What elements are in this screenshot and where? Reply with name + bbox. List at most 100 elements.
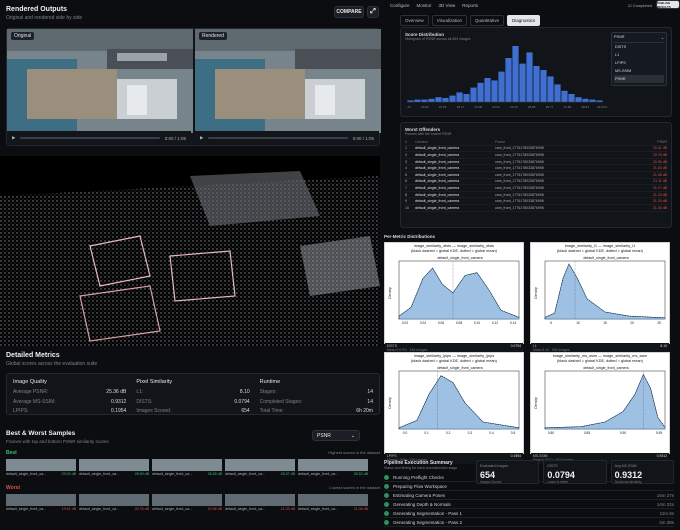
table-row[interactable]: 2 default_single_front_camera cam_front_17… — [405, 152, 667, 159]
dropdown-option[interactable]: PSNR — [614, 75, 664, 83]
row-camera: default_single_front_camera — [415, 146, 460, 151]
sample-thumbnail[interactable]: default_single_front_ca... 21.03 dB — [225, 494, 295, 511]
play-icon[interactable]: ▶ — [200, 135, 203, 141]
dropdown-option[interactable]: DISTS — [614, 43, 664, 51]
metric-label: Stages: — [259, 389, 277, 395]
tick-label: 15 — [603, 321, 607, 325]
metric-plot: image_similarity_ms_ssim — image_similar… — [530, 352, 670, 464]
rendered-frame — [195, 29, 381, 133]
row-frame: cam_front_1776178033876998 — [495, 199, 544, 204]
rendered-video[interactable]: Rendered — [195, 29, 381, 133]
pipeline-stats: Evaluated Images 654 Images Scored DISTS 0.0… — [476, 460, 674, 484]
dropdown-option[interactable]: LPIPS — [614, 59, 664, 67]
histogram-bar — [435, 97, 442, 102]
sample-thumbnail[interactable]: default_single_front_ca... 28.52 dB — [298, 459, 368, 476]
pipeline-step[interactable]: Generating Segmentation - Pass 2 2m 38s — [384, 518, 674, 527]
table-row[interactable]: 3 default_single_front_camera cam_front_17… — [405, 159, 667, 166]
metric-dropdown[interactable]: PSNR ⌄ DISTS L1 LPIPS MS-SSIM PSNR — [611, 32, 667, 86]
sample-score: 28.58 dB — [207, 472, 222, 476]
table-row[interactable]: 1 default_single_front_camera cam_front_17… — [405, 146, 667, 153]
tick-label: 0.95 — [656, 431, 662, 435]
row-index: 3 — [405, 159, 407, 164]
step-time: 2m 38s — [659, 519, 674, 525]
table-row[interactable]: 4 default_single_front_camera cam_front_17… — [405, 165, 667, 172]
kde-area — [544, 373, 666, 430]
play-icon[interactable]: ▶ — [12, 135, 15, 141]
tab-quantitative[interactable]: Quantitative — [469, 15, 504, 26]
chevron-down-icon: ⌄ — [660, 36, 664, 40]
row-index: 4 — [405, 166, 407, 171]
tick-label: 0.04 — [420, 321, 426, 325]
sample-score: 20.76 dB — [134, 507, 149, 511]
stat-card: Avg MS-SSIM 0.9312 Structural similarity — [610, 460, 674, 484]
histogram-bar — [498, 71, 505, 102]
nav-3d-view[interactable]: 3D View — [439, 3, 456, 8]
sample-caption: default_single_front_ca... 28.52 dB — [298, 472, 368, 476]
table-row[interactable]: 5 default_single_front_camera cam_front_17… — [405, 172, 667, 179]
seek-bar[interactable] — [208, 137, 348, 139]
row-score: 21.30 dB — [652, 205, 667, 210]
dropdown-option[interactable]: MS-SSIM — [614, 67, 664, 75]
sample-thumbnail[interactable]: default_single_front_ca... 20.76 dB — [79, 494, 149, 511]
dropdown-value: PSNR — [614, 35, 625, 39]
plot-header: image_similarity_lpips — image_similarit… — [385, 353, 523, 363]
publish-button[interactable]: PUBLISH RESULTS — [656, 0, 680, 9]
point-cloud-viewer[interactable] — [0, 156, 380, 346]
tick-label: 0.0 — [403, 431, 408, 435]
table-row[interactable]: 6 default_single_front_camera cam_front_17… — [405, 179, 667, 186]
group-title: Image Quality — [13, 379, 47, 385]
stat-note: Structural similarity — [614, 480, 642, 484]
section-title: Rendered Outputs — [6, 6, 68, 13]
worst-label: Worst — [6, 485, 21, 491]
tab-visualization[interactable]: Visualization — [431, 15, 467, 26]
row-score: 21.11 dB — [653, 179, 667, 184]
sample-thumbnail[interactable]: default_single_front_ca... 28.69 dB — [79, 459, 149, 476]
best-note: Highest scores in the dataset — [328, 450, 380, 455]
histogram-bar — [456, 92, 463, 102]
metric-label: L1: — [136, 389, 144, 395]
metric-select[interactable]: PSNR ⌄ — [312, 430, 360, 441]
step-time: 16m 27s — [656, 492, 674, 498]
row-camera: default_single_front_camera — [415, 172, 460, 177]
chevron-down-icon: ⌄ — [350, 432, 355, 439]
sample-thumbnail[interactable]: default_single_front_ca... 19.41 dB — [6, 494, 76, 511]
pipeline-step[interactable]: Estimating Camera Poses 16m 27s — [384, 491, 674, 500]
nav-reports[interactable]: Reports — [462, 3, 478, 8]
sample-thumbnail[interactable]: default_single_front_ca... 21.08 dB — [298, 494, 368, 511]
expand-icon[interactable]: ⤢ — [367, 6, 379, 18]
kde-plot: default_single_front_camera Density 0.80 0.… — [534, 366, 666, 435]
worst-offenders-card: Worst Offenders Frames with the lowest P… — [400, 122, 672, 228]
tick-label: 25.85 — [528, 105, 536, 109]
compare-button[interactable]: COMPARE — [334, 6, 364, 18]
stat-value: 0.9312 — [614, 470, 643, 480]
plot-footer-value: 8.10 — [660, 344, 667, 348]
seek-bar[interactable] — [20, 137, 160, 139]
table-row[interactable]: 7 default_single_front_camera cam_front_17… — [405, 185, 667, 192]
nav-monitor[interactable]: Monitor — [417, 3, 432, 8]
sample-thumbnail[interactable]: default_single_front_ca... 20.96 dB — [152, 494, 222, 511]
sample-caption: default_single_front_ca... 21.03 dB — [225, 507, 295, 511]
pipeline-step[interactable]: Generating Depth & Normals 14m 32s — [384, 500, 674, 509]
sample-thumbnail[interactable]: default_single_front_ca... 28.58 dB — [152, 459, 222, 476]
table-row[interactable]: 10 default_single_front_camera cam_front_1… — [405, 205, 667, 212]
header-cell: Camera — [415, 139, 428, 144]
tab-overview[interactable]: Overview — [400, 15, 429, 26]
pipeline-summary: Pipeline Execution Summary Status and ti… — [384, 460, 674, 530]
sample-thumbnail[interactable]: default_single_front_ca... 29.00 dB — [6, 459, 76, 476]
stat-value: 0.0794 — [547, 470, 575, 480]
table-row[interactable]: 9 default_single_front_camera cam_front_17… — [405, 198, 667, 205]
tick-label: 10 — [576, 321, 580, 325]
stat-value: 654 — [480, 470, 496, 480]
thumbnail-image — [79, 494, 149, 506]
tab-diagnostics[interactable]: Diagnostics — [506, 15, 541, 26]
original-video[interactable]: Original — [7, 29, 193, 133]
table-row[interactable]: 8 default_single_front_camera cam_front_17… — [405, 192, 667, 199]
group-title: Runtime — [259, 379, 281, 385]
metric-plot: image_similarity_dists — image_similarit… — [384, 242, 524, 354]
worst-note: Lowest scores in the dataset — [329, 485, 380, 490]
pipeline-step[interactable]: Generating Segmentation - Pass 1 11m 8s — [384, 509, 674, 518]
sample-thumbnail[interactable]: default_single_front_ca... 28.57 dB — [225, 459, 295, 476]
dropdown-option[interactable]: L1 — [614, 51, 664, 59]
y-axis-label: Density — [534, 397, 538, 409]
nav-configure[interactable]: Configure — [390, 3, 410, 8]
